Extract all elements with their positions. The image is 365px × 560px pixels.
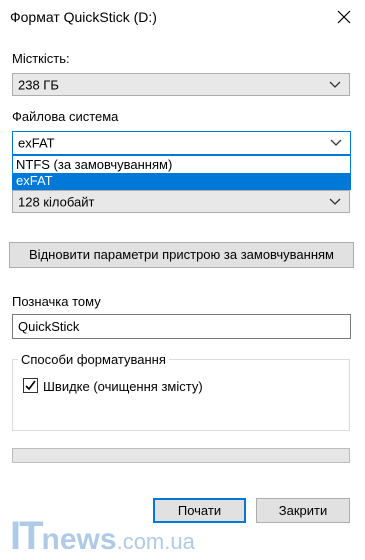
filesystem-option-exfat[interactable]: exFAT bbox=[13, 173, 350, 189]
filesystem-dropdown-list: NTFS (за замовчуванням) exFAT bbox=[12, 155, 351, 190]
checkmark-icon bbox=[25, 380, 36, 391]
watermark-name: news bbox=[41, 523, 117, 556]
filesystem-option-ntfs[interactable]: NTFS (за замовчуванням) bbox=[13, 157, 350, 173]
filesystem-select[interactable]: exFAT bbox=[12, 131, 351, 155]
filesystem-label: Файлова система bbox=[12, 109, 119, 124]
quick-format-label[interactable]: Швидке (очищення змісту) bbox=[43, 379, 203, 394]
allocation-size-select[interactable]: 128 кілобайт bbox=[12, 190, 350, 213]
format-options-group bbox=[12, 359, 350, 431]
watermark-logo: ITnews.com.ua bbox=[10, 514, 195, 559]
close-icon bbox=[337, 10, 351, 24]
capacity-select[interactable]: 238 ГБ bbox=[12, 73, 350, 96]
chevron-down-icon bbox=[329, 81, 341, 88]
filesystem-value: exFAT bbox=[18, 135, 55, 151]
close-button[interactable]: Закрити bbox=[256, 498, 350, 523]
capacity-value: 238 ГБ bbox=[18, 77, 59, 92]
chevron-down-icon bbox=[329, 198, 341, 205]
quick-format-checkbox[interactable] bbox=[23, 378, 38, 393]
volume-label-input[interactable]: QuickStick bbox=[12, 314, 351, 339]
volume-label-value: QuickStick bbox=[18, 319, 80, 334]
close-window-button[interactable] bbox=[333, 6, 355, 28]
watermark-prefix: IT bbox=[10, 514, 44, 558]
chevron-down-icon bbox=[330, 139, 342, 146]
allocation-size-value: 128 кілобайт bbox=[18, 194, 95, 209]
volume-label-caption: Позначка тому bbox=[12, 294, 101, 309]
window-title: Формат QuickStick (D:) bbox=[10, 9, 157, 25]
restore-defaults-button[interactable]: Відновити параметри пристрою за замовчув… bbox=[9, 242, 354, 268]
watermark-suffix: .com.ua bbox=[116, 529, 195, 554]
capacity-label: Місткість: bbox=[12, 51, 70, 66]
format-progress-bar bbox=[12, 448, 350, 463]
format-options-legend: Способи форматування bbox=[18, 352, 169, 367]
